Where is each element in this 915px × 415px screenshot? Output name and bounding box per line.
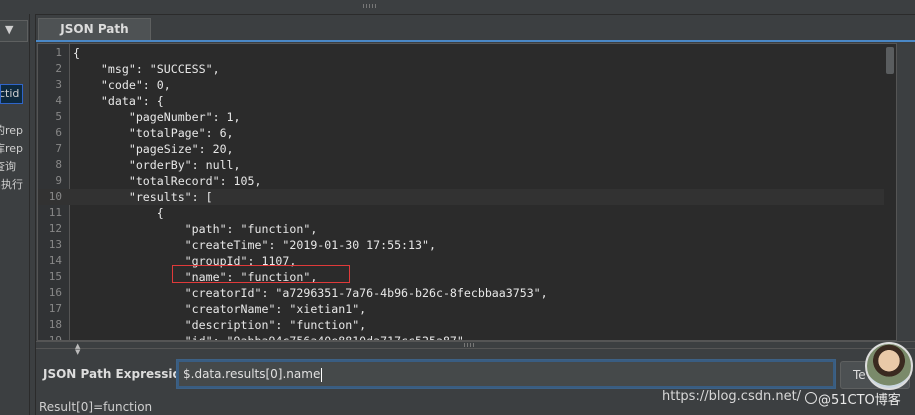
line-number: 12 <box>48 222 62 235</box>
line-number: 17 <box>48 302 62 315</box>
grip-icon <box>464 343 476 347</box>
code-text: { <box>73 46 80 60</box>
line-number: 15 <box>48 270 62 283</box>
code-text: "pageSize": 20, <box>73 142 234 156</box>
tab-json-path-tester[interactable]: JSON Path Tester <box>38 18 151 57</box>
top-splitter[interactable] <box>0 0 915 15</box>
code-line: 8 "orderBy": null, <box>38 157 896 173</box>
code-line: 13 "createTime": "2019-01-30 17:55:13", <box>38 237 896 253</box>
code-text: "creatorId": "a7296351-7a76-4b96-b26c-8f… <box>73 286 548 300</box>
list-item[interactable]: 的rep <box>0 122 23 140</box>
json-path-expression-value: $.data.results[0].name <box>183 367 321 381</box>
scrollbar-thumb[interactable] <box>886 47 894 74</box>
code-text: "createTime": "2019-01-30 17:55:13", <box>73 238 436 252</box>
tab-underline <box>36 40 915 42</box>
code-line: 6 "totalPage": 6, <box>38 125 896 141</box>
watermark-brand: @51CTO博客 <box>818 393 901 408</box>
json-path-expression-label: JSON Path Expression <box>43 367 190 381</box>
list-item[interactable]: 查询 <box>0 158 23 176</box>
code-line: 7 "pageSize": 20, <box>38 141 896 157</box>
result-output: Result[0]=function <box>39 400 153 414</box>
code-line: 12 "path": "function", <box>38 221 896 237</box>
code-line: 1{ <box>38 45 896 61</box>
code-text: "orderBy": null, <box>73 158 241 172</box>
code-line: 17 "creatorName": "xietian1", <box>38 301 896 317</box>
list-item[interactable]: n执行 <box>0 176 23 194</box>
code-line: 16 "creatorId": "a7296351-7a76-4b96-b26c… <box>38 285 896 301</box>
grip-icon <box>363 4 377 8</box>
vertical-scrollbar[interactable] <box>884 45 896 340</box>
code-line: 14 "groupId": 1107, <box>38 253 896 269</box>
line-number: 8 <box>55 158 62 171</box>
left-selected-item-label: ctid <box>0 87 20 100</box>
line-number: 11 <box>48 206 62 219</box>
line-number: 6 <box>55 126 62 139</box>
code-text: "pageNumber": 1, <box>73 110 241 124</box>
line-number: 18 <box>48 318 62 331</box>
code-text: "totalPage": 6, <box>73 126 234 140</box>
code-line: 4 "data": { <box>38 93 896 109</box>
line-number: 13 <box>48 238 62 251</box>
chevron-down-icon[interactable]: ▼ <box>5 23 13 36</box>
vertical-splitter[interactable] <box>29 14 36 415</box>
line-number: 3 <box>55 78 62 91</box>
left-combo[interactable]: ▼ <box>0 20 28 42</box>
watermark-url: https://blog.csdn.net/ <box>662 389 802 404</box>
code-line: 19 "id": "9abba94c756a40e8810da717cc525a… <box>38 333 896 341</box>
code-line: 11 { <box>38 205 896 221</box>
json-path-expression-input[interactable]: $.data.results[0].name <box>176 359 836 389</box>
line-number: 16 <box>48 286 62 299</box>
avatar <box>865 342 913 390</box>
list-item[interactable]: 库rep <box>0 140 23 158</box>
left-panel: ▼ ctid 的rep 库rep 查询 n执行 <box>0 14 29 415</box>
line-number: 14 <box>48 254 62 267</box>
left-selected-item[interactable]: ctid <box>0 84 23 104</box>
code-text: "data": { <box>73 94 164 108</box>
line-number: 10 <box>48 190 62 203</box>
horizontal-splitter[interactable]: ▲ ▼ <box>36 341 915 356</box>
code-line: 9 "totalRecord": 105, <box>38 173 896 189</box>
code-text: "totalRecord": 105, <box>73 174 262 188</box>
code-line: 2 "msg": "SUCCESS", <box>38 61 896 77</box>
collapse-arrows-icon[interactable]: ▲ ▼ <box>75 343 80 356</box>
code-text: "id": "9abba94c756a40e8810da717cc525a87" <box>73 334 464 341</box>
logo-icon <box>805 392 817 404</box>
line-number: 9 <box>55 174 62 187</box>
code-text: "results": [ <box>73 190 213 204</box>
line-number: 1 <box>55 46 62 59</box>
code-text: "code": 0, <box>73 78 171 92</box>
code-text: "creatorName": "xietian1", <box>73 302 367 316</box>
line-number: 4 <box>55 94 62 107</box>
code-text: "description": "function", <box>73 318 367 332</box>
code-line: 15 "name": "function", <box>38 269 896 285</box>
text-caret <box>321 367 323 382</box>
highlight-box <box>172 265 350 283</box>
line-number: 5 <box>55 110 62 123</box>
code-text: "msg": "SUCCESS", <box>73 62 220 76</box>
code-text: { <box>73 206 164 220</box>
code-line: 18 "description": "function", <box>38 317 896 333</box>
code-line: 3 "code": 0, <box>38 77 896 93</box>
code-line: 10 "results": [ <box>38 189 896 205</box>
line-number: 19 <box>48 334 62 341</box>
line-number: 2 <box>55 62 62 75</box>
code-line: 5 "pageNumber": 1, <box>38 109 896 125</box>
line-number: 7 <box>55 142 62 155</box>
code-text: "path": "function", <box>73 222 318 236</box>
json-response-editor[interactable]: 1{2 "msg": "SUCCESS", 3 "code": 0, 4 "data… <box>37 43 897 341</box>
left-list: 的rep 库rep 查询 n执行 <box>0 122 23 194</box>
